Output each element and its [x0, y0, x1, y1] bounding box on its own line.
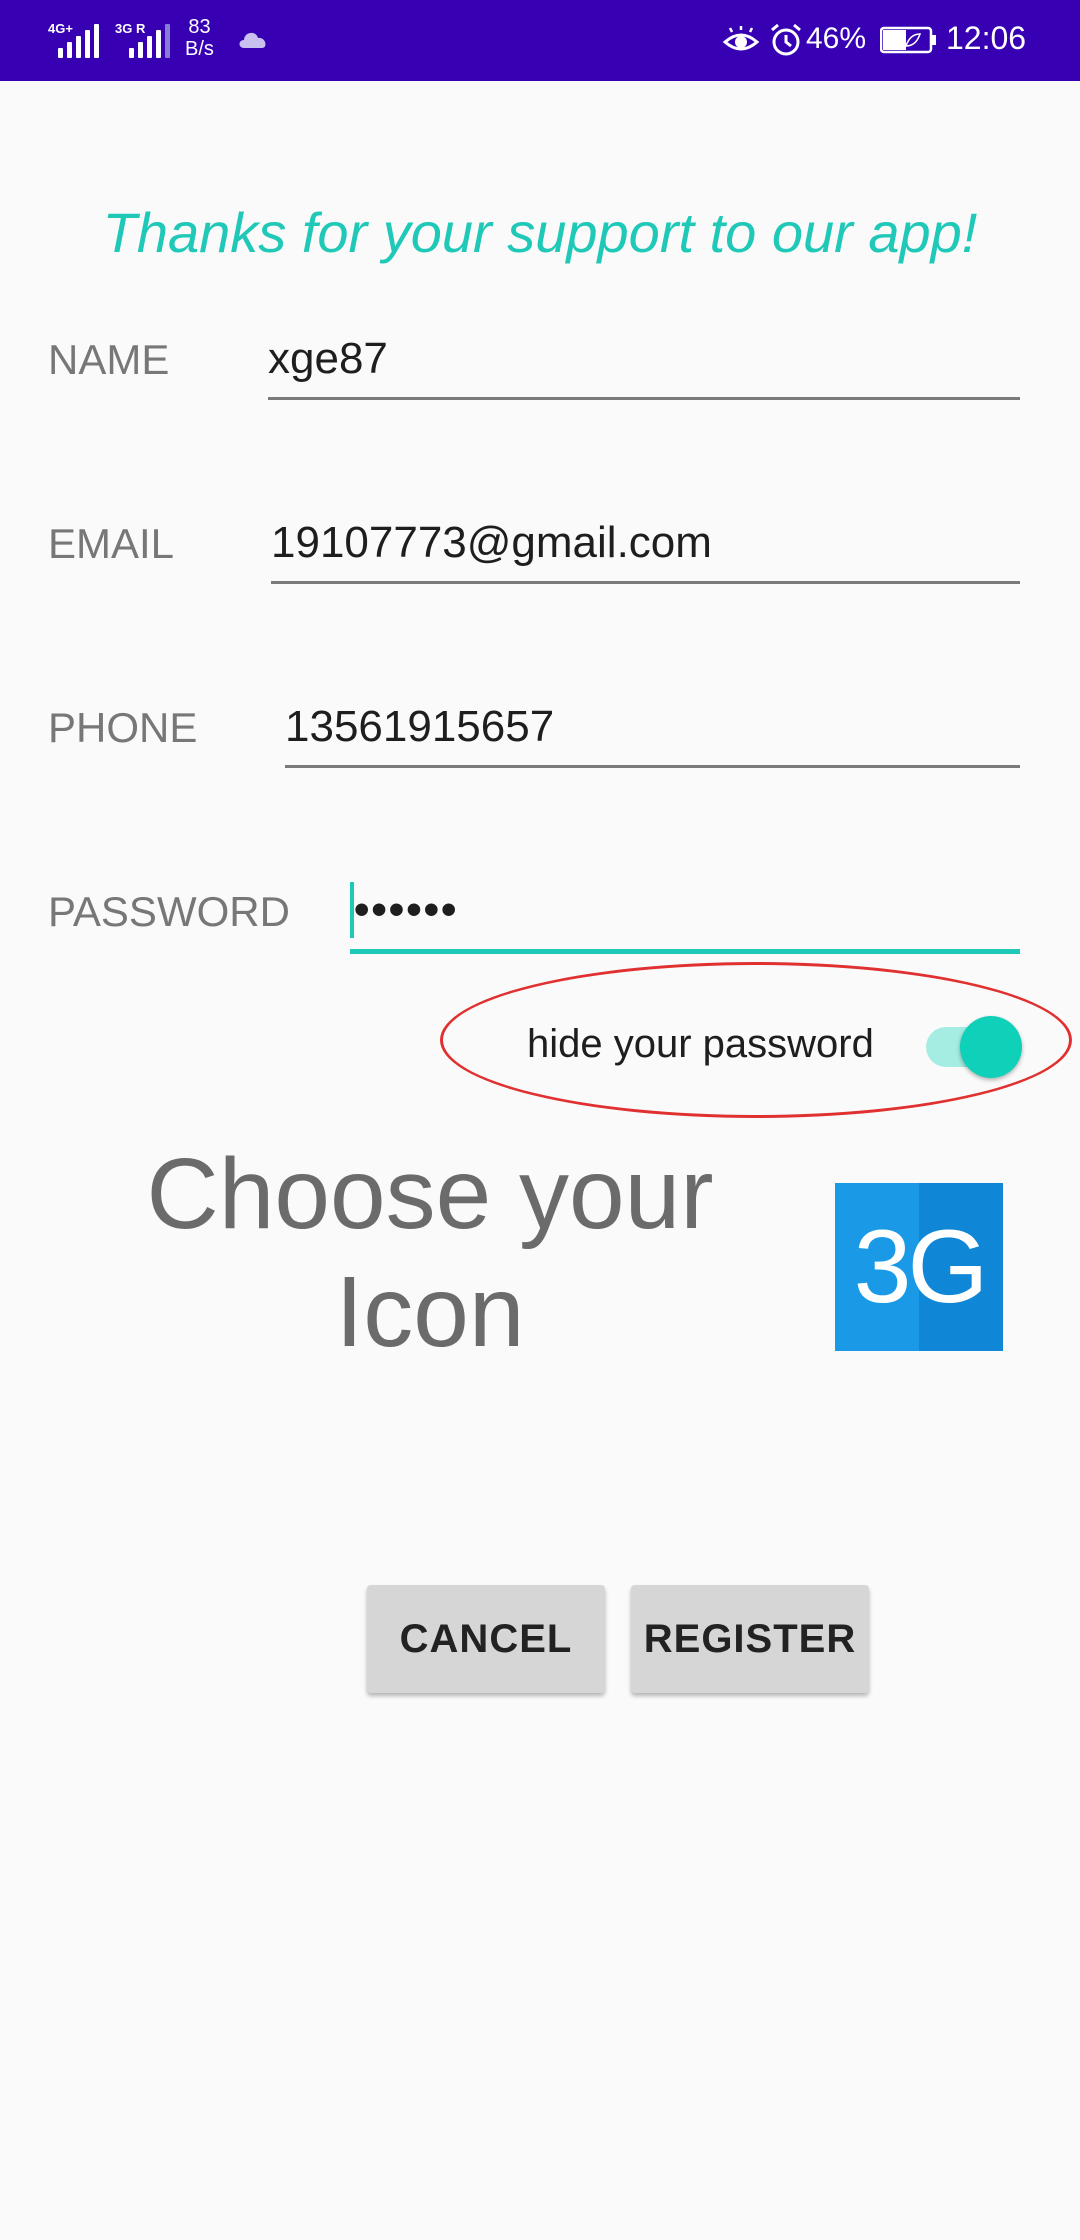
password-value: •••••• [354, 885, 459, 934]
phone-label: PHONE [48, 704, 198, 751]
choose-icon-line1: Choose your [146, 1138, 714, 1250]
register-button[interactable]: REGISTER [631, 1585, 869, 1693]
3g-icon-text: 3G [853, 1208, 989, 1325]
email-value: 19107773@gmail.com [271, 518, 712, 567]
welcome-headline: Thanks for your support to our app! [102, 201, 978, 264]
switch-thumb[interactable] [960, 1016, 1022, 1078]
clock: 12:06 [946, 20, 1027, 56]
phone-field[interactable]: 13561915657 [285, 698, 1020, 768]
choose-icon-heading: Choose your Icon [120, 1135, 740, 1371]
signal-icon [115, 18, 173, 58]
alarm-icon [771, 23, 801, 56]
cancel-button[interactable]: CANCEL [367, 1585, 605, 1693]
hide-password-label: hide your password [527, 1022, 874, 1066]
battery-percentage: 46% [806, 22, 867, 55]
name-label: NAME [48, 336, 170, 383]
choose-icon-line2: Icon [335, 1256, 525, 1368]
email-label: EMAIL [48, 520, 175, 567]
status-bar: 4G+ 3G R 83 B/s 46% 12:06 [0, 0, 1080, 81]
cloud-icon [239, 32, 266, 48]
3g-icon[interactable]: 3G [835, 1183, 1003, 1351]
name-value: xge87 [268, 334, 388, 383]
network-speed: 83 B/s [185, 16, 214, 60]
signal-icon [48, 18, 106, 58]
battery-icon [880, 26, 936, 54]
name-field[interactable]: xge87 [268, 330, 1020, 400]
eye-icon [722, 26, 760, 51]
phone-value: 13561915657 [285, 702, 555, 751]
email-field[interactable]: 19107773@gmail.com [271, 514, 1020, 584]
password-label: PASSWORD [48, 888, 290, 935]
password-field[interactable]: •••••• [350, 880, 1020, 954]
